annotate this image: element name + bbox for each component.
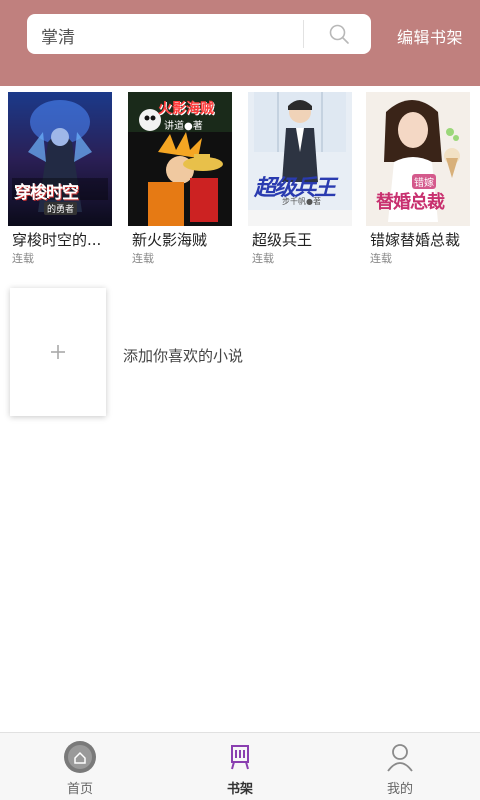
book-status: 连载 [252,252,274,265]
add-book-button[interactable] [10,288,106,416]
edit-shelf-button[interactable]: 编辑书架 [397,24,463,48]
book-cover[interactable]: 超级兵王 步千帆●著 [248,92,352,226]
book-title: 穿梭时空的... [12,231,102,249]
user-icon [387,744,413,772]
home-icon [64,741,96,773]
bottom-nav: 首页 书架 我的 [0,732,480,800]
cover-subtitle-text: 错嫁 [412,174,436,189]
search-icon[interactable] [327,22,351,46]
book-cover[interactable]: 穿梭时空 的勇者 [8,92,112,226]
book-title: 错嫁替婚总裁 [370,231,461,249]
add-book-label[interactable]: 添加你喜欢的小说 [123,345,243,366]
book-title: 新火影海贼 [132,231,208,249]
header-bar: 掌清 编辑书架 [0,0,480,86]
nav-label-home: 首页 [66,782,93,797]
book-status: 连载 [12,252,34,265]
search-value: 掌清 [41,28,75,48]
nav-tab-profile[interactable]: 我的 [340,733,460,800]
cover-title-text: 穿梭时空 [14,183,79,203]
cover-title-text: 火影海贼 [158,101,214,117]
nav-label-profile: 我的 [386,782,413,797]
search-input[interactable]: 掌清 [27,14,371,54]
bookshelf-icon [231,745,249,770]
nav-tab-home[interactable]: 首页 [20,733,140,800]
book-cover[interactable]: 火影海贼 讲道●著 [128,92,232,226]
nav-tab-bookshelf[interactable]: 书架 [180,733,300,800]
cover-subtitle-text: 讲道●著 [164,121,203,132]
cover-subtitle-text: 步千帆●著 [282,197,321,206]
nav-label-bookshelf: 书架 [226,782,253,797]
book-status: 连载 [370,252,392,265]
search-divider [303,20,304,48]
book-cover[interactable]: 错嫁 替婚总裁 [366,92,470,226]
book-status: 连载 [132,252,154,265]
cover-subtitle-text: 的勇者 [44,202,78,215]
plus-icon [51,345,65,359]
book-title: 超级兵王 [252,231,313,249]
cover-title-text: 替婚总裁 [376,192,445,213]
